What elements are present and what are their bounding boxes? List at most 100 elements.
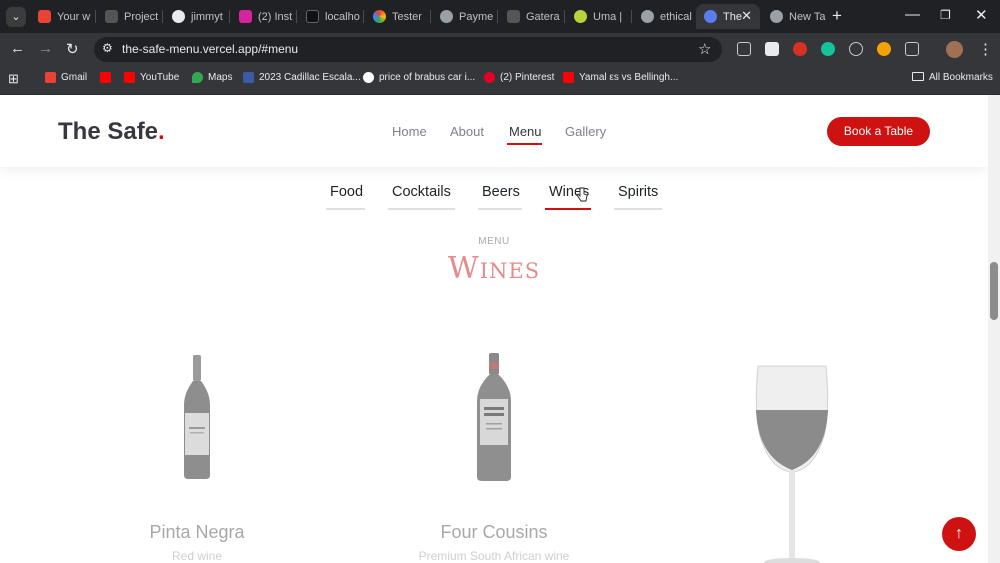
sun-icon — [574, 10, 587, 23]
close-tab-icon[interactable]: ✕ — [741, 8, 752, 24]
youtube-icon — [100, 72, 111, 83]
tab-label: Tester — [392, 10, 422, 23]
browser-tab[interactable]: Project — [97, 4, 163, 29]
apps-grid-icon[interactable]: ⊞ — [8, 71, 19, 87]
bookmark-maps[interactable]: Maps — [192, 72, 232, 83]
profile-avatar[interactable] — [946, 41, 963, 58]
bookmark-label: price of brabus car i... — [379, 72, 476, 83]
logo-dot: . — [158, 118, 165, 145]
bookmark-label: 2023 Cadillac Escala... — [259, 72, 361, 83]
category-tab-cocktails[interactable]: Cocktails — [392, 184, 451, 200]
four-cousins-bottle-image — [477, 353, 511, 481]
nav-gallery[interactable]: Gallery — [565, 124, 606, 139]
bookmark-star-icon[interactable]: ☆ — [698, 40, 711, 58]
browser-tab-active[interactable]: The ✕ — [696, 4, 760, 29]
page-viewport: The Safe. Home About Menu Gallery Book a… — [0, 95, 988, 563]
bookmark-pinterest[interactable]: (2) Pinterest — [484, 72, 554, 83]
google-icon — [363, 72, 374, 83]
product-desc-pinta-negra: Red wine — [171, 549, 223, 563]
nav-about[interactable]: About — [450, 124, 484, 139]
nav-active-underline — [507, 143, 542, 145]
back-to-top-button[interactable]: ↑ — [942, 517, 976, 551]
window-close-icon[interactable]: ✕ — [975, 6, 988, 24]
browser-tab[interactable]: Payme — [432, 4, 498, 29]
wine-glass-image — [755, 365, 829, 563]
category-underline — [326, 208, 365, 210]
browser-tab[interactable]: Gatera — [499, 4, 565, 29]
youtube-icon — [124, 72, 135, 83]
site-icon — [704, 10, 717, 23]
tab-label: The — [723, 10, 742, 23]
github-icon — [172, 10, 185, 23]
nav-menu[interactable]: Menu — [509, 124, 542, 139]
chrome-icon — [770, 10, 783, 23]
restore-icon[interactable]: ❐ — [940, 8, 951, 22]
edit-extension-icon[interactable] — [737, 42, 751, 56]
reload-icon[interactable]: ↻ — [66, 40, 79, 58]
upwork-icon — [105, 10, 118, 23]
extensions-puzzle-icon[interactable] — [905, 42, 919, 56]
tab-label: Your w — [57, 10, 91, 23]
browser-tab[interactable]: jimmyt — [164, 4, 230, 29]
extension-orange-icon[interactable] — [877, 42, 891, 56]
site-logo[interactable]: The Safe. — [58, 118, 165, 146]
category-tab-beers[interactable]: Beers — [482, 184, 520, 200]
browser-tab[interactable]: Uma | — [566, 4, 632, 29]
page-scrollbar[interactable] — [988, 95, 1000, 563]
bookmark-brabus[interactable]: price of brabus car i... — [363, 72, 475, 83]
tab-label: New Ta — [789, 10, 826, 23]
forward-arrow-icon[interactable]: → — [38, 40, 53, 57]
tab-label: localho — [325, 10, 360, 23]
tab-label: jimmyt — [191, 10, 223, 23]
youtube-icon — [563, 72, 574, 83]
vercel-icon — [306, 10, 319, 23]
bookmark-youtube[interactable]: YouTube — [124, 72, 179, 83]
category-underline — [478, 208, 522, 210]
bookmark-yamal[interactable]: Yamal εs vs Bellingh... — [563, 72, 678, 83]
site-header: The Safe. Home About Menu Gallery Book a… — [0, 95, 988, 167]
browser-tab[interactable]: ethical — [633, 4, 697, 29]
category-tab-food[interactable]: Food — [330, 184, 363, 200]
bookmark-gmail[interactable]: Gmail — [45, 72, 87, 83]
grammarly-icon[interactable] — [821, 42, 835, 56]
address-url[interactable]: the-safe-menu.vercel.app/#menu — [122, 42, 298, 56]
tab-search-chevron-icon[interactable]: ⌄ — [6, 7, 26, 27]
pinterest-icon — [484, 72, 495, 83]
category-tab-spirits[interactable]: Spirits — [618, 184, 658, 200]
hand-cursor-icon — [576, 187, 588, 202]
nav-home[interactable]: Home — [392, 124, 427, 139]
book-table-button[interactable]: Book a Table — [827, 117, 930, 146]
bookmark-cadillac[interactable]: 2023 Cadillac Escala... — [243, 72, 361, 83]
product-name-pinta-negra: Pinta Negra — [149, 522, 245, 542]
browser-tab[interactable]: (2) Inst — [231, 4, 297, 29]
product-desc-four-cousins: Premium South African wine — [418, 549, 570, 563]
maps-icon — [192, 72, 203, 83]
tab-label: Project — [124, 10, 159, 23]
site-info-icon[interactable]: ⚙ — [102, 41, 113, 55]
qr-extension-icon[interactable] — [765, 42, 779, 56]
gmail-icon — [38, 10, 51, 23]
scrollbar-thumb[interactable] — [990, 262, 998, 320]
new-tab-plus-icon[interactable]: + — [832, 6, 842, 26]
pinta-negra-bottle-image — [184, 355, 210, 479]
back-arrow-icon[interactable]: ← — [10, 40, 25, 57]
gmail-icon — [45, 72, 56, 83]
bookmark-label: Gmail — [61, 72, 88, 83]
category-underline-active — [545, 208, 591, 210]
minimize-icon[interactable]: — — [905, 6, 920, 23]
arrow-up-icon: ↑ — [955, 525, 963, 542]
browser-tab[interactable]: localho — [298, 4, 364, 29]
bookmark-youtube-icon-only[interactable] — [100, 72, 116, 83]
browser-tab[interactable]: Tester — [365, 4, 431, 29]
menu-section-label: MENU — [478, 236, 510, 247]
tab-label: Payme — [459, 10, 494, 23]
all-bookmarks[interactable]: All Bookmarks — [912, 72, 993, 83]
category-underline — [614, 208, 662, 210]
react-devtools-icon[interactable] — [849, 42, 863, 56]
menu-section-title: Wines — [447, 251, 541, 286]
tab-label: Uma | — [593, 10, 623, 23]
browser-menu-icon[interactable]: ⋮ — [978, 40, 993, 58]
browser-tab[interactable]: Your w — [30, 4, 96, 29]
hand-extension-icon[interactable] — [793, 42, 807, 56]
browser-tab[interactable]: New Ta — [762, 4, 828, 29]
